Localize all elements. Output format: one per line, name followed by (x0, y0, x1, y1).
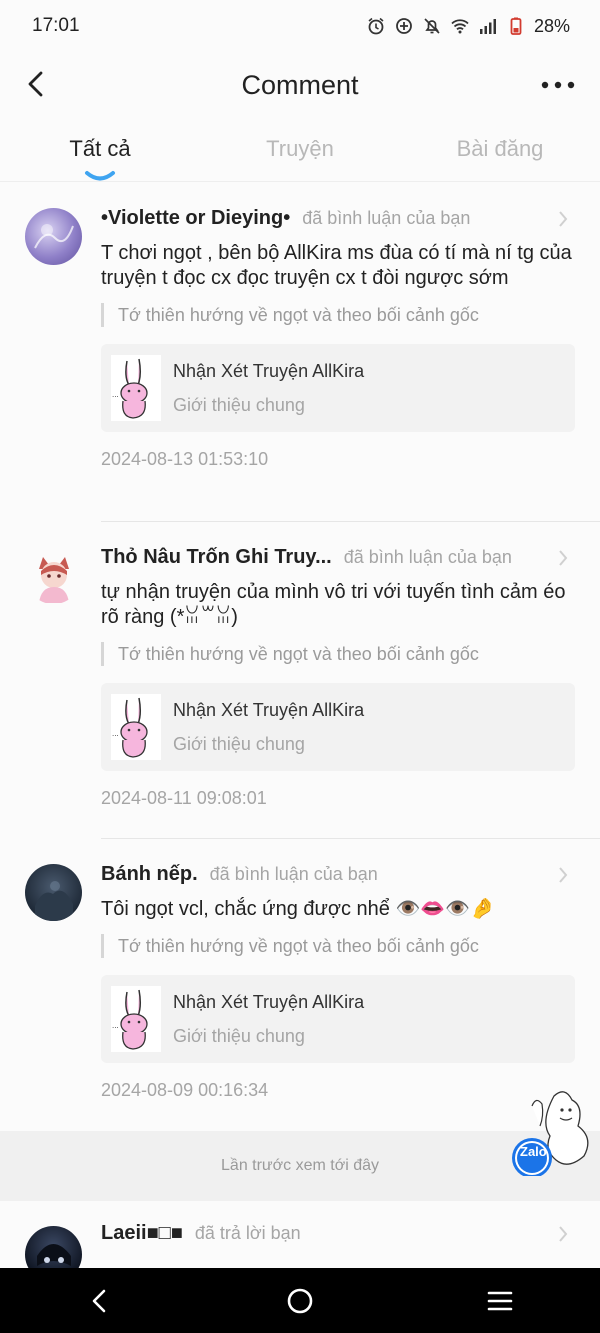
alarm-icon (368, 17, 384, 35)
tab-all-label: Tất cả (69, 136, 131, 161)
tab-all[interactable]: Tất cả (0, 120, 200, 181)
more-dots-icon (541, 81, 575, 89)
comment-text: Tôi ngọt vcl, chắc ứng được nhể 👁️👄👁️🤌 (101, 898, 496, 920)
story-card[interactable]: ... Nhận Xét Truyện AllKira Giới thiệu c… (101, 975, 575, 1063)
chevron-right-icon (559, 867, 568, 883)
last-seen-text: Lần trước xem tới đây (221, 1157, 379, 1174)
back-button[interactable] (18, 66, 54, 102)
comment-username[interactable]: •Violette or Dieying• (101, 207, 290, 230)
zalo-label: Zalo (520, 1144, 547, 1159)
system-nav-bar (0, 1268, 600, 1333)
pink-bunny-thumbnail: ... (111, 694, 161, 760)
comment-action: đã bình luận của bạn (343, 547, 512, 567)
avatar[interactable] (25, 864, 82, 921)
zalo-sticker-icon (512, 1091, 589, 1178)
app-header: Comment (0, 52, 600, 118)
nav-home-icon[interactable] (283, 1284, 317, 1318)
svg-text:...: ... (112, 390, 119, 399)
card-subtitle: Giới thiệu chung (173, 733, 305, 754)
svg-text:...: ... (112, 729, 119, 738)
avatar-art-icon (39, 557, 69, 603)
comment-date: 2024-08-11 09:08:01 (101, 788, 267, 808)
status-icons: 28% (366, 16, 570, 37)
tab-posts[interactable]: Bài đăng (400, 120, 600, 181)
avatar[interactable] (25, 208, 82, 265)
story-card[interactable]: ... Nhận Xét Truyện AllKira Giới thiệu c… (101, 683, 575, 771)
comment-date: 2024-08-09 00:16:34 (101, 1080, 269, 1100)
battery-icon (510, 17, 522, 35)
status-time: 17:01 (32, 15, 80, 36)
chevron-right-icon (559, 550, 568, 566)
pink-bunny-thumbnail: ... (111, 986, 161, 1052)
card-subtitle: Giới thiệu chung (173, 394, 305, 415)
comment-username[interactable]: Thỏ Nâu Trốn Ghi Truy... (101, 546, 332, 569)
back-arrow-icon (28, 71, 43, 97)
comment-item[interactable]: •Violette or Dieying• đã bình luận của b… (0, 183, 600, 521)
comment-action: đã bình luận của bạn (209, 864, 378, 884)
data-saver-icon (396, 18, 412, 34)
comment-item[interactable]: Bánh nếp. đã bình luận của bạn Tôi ngọt … (0, 839, 600, 1127)
card-title: Nhận Xét Truyện AllKira (173, 699, 365, 720)
zalo-floating-button[interactable]: Zalo (510, 1086, 600, 1178)
comment-action: đã bình luận của bạn (302, 208, 471, 228)
avatar-art-icon (35, 881, 73, 921)
avatar[interactable] (25, 547, 82, 604)
tab-stories-label: Truyện (266, 136, 334, 161)
status-bar: 17:01 28% (0, 0, 600, 52)
signal-icon (479, 19, 496, 34)
chevron-right-icon (559, 1226, 568, 1242)
comment-date: 2024-08-13 01:53:10 (101, 449, 269, 469)
more-options-button[interactable] (538, 70, 578, 100)
tab-active-indicator (85, 171, 115, 181)
tab-bar: Tất cả Truyện Bài đăng (0, 120, 600, 182)
quoted-comment: Tớ thiên hướng về ngọt và theo bối cảnh … (101, 303, 575, 327)
comment-action: đã trả lời bạn (194, 1223, 301, 1243)
nav-recents-icon[interactable] (483, 1284, 517, 1318)
comment-username[interactable]: Bánh nếp. (101, 863, 198, 886)
card-subtitle: Giới thiệu chung (173, 1025, 305, 1046)
card-title: Nhận Xét Truyện AllKira (173, 991, 365, 1012)
chevron-right-icon (559, 211, 568, 227)
comment-username[interactable]: Laeii■□■ (101, 1222, 183, 1245)
mute-bell-icon (424, 18, 440, 34)
card-title: Nhận Xét Truyện AllKira (173, 360, 365, 381)
battery-percent: 28% (533, 15, 570, 36)
tab-stories[interactable]: Truyện (200, 120, 400, 181)
svg-text:...: ... (112, 1021, 119, 1030)
comment-item[interactable]: Thỏ Nâu Trốn Ghi Truy... đã bình luận củ… (0, 522, 600, 838)
comment-feed: •Violette or Dieying• đã bình luận của b… (0, 183, 600, 1127)
page-title: Comment (241, 69, 359, 100)
story-card[interactable]: ... Nhận Xét Truyện AllKira Giới thiệu c… (101, 344, 575, 432)
comment-item[interactable]: Laeii■□■ đã trả lời bạn (0, 1218, 600, 1283)
wifi-icon (451, 19, 469, 34)
comment-text: T chơi ngọt , bên bộ AllKira ms đùa có t… (101, 242, 572, 289)
tab-posts-label: Bài đăng (456, 136, 544, 161)
quoted-comment: Tớ thiên hướng về ngọt và theo bối cảnh … (101, 642, 575, 666)
avatar-art-icon (34, 224, 74, 249)
comment-text: tự nhận truyện của mình vô tri với tuyến… (101, 581, 566, 628)
pink-bunny-thumbnail: ... (111, 355, 161, 421)
quoted-comment: Tớ thiên hướng về ngọt và theo bối cảnh … (101, 934, 575, 958)
nav-back-icon[interactable] (83, 1284, 117, 1318)
